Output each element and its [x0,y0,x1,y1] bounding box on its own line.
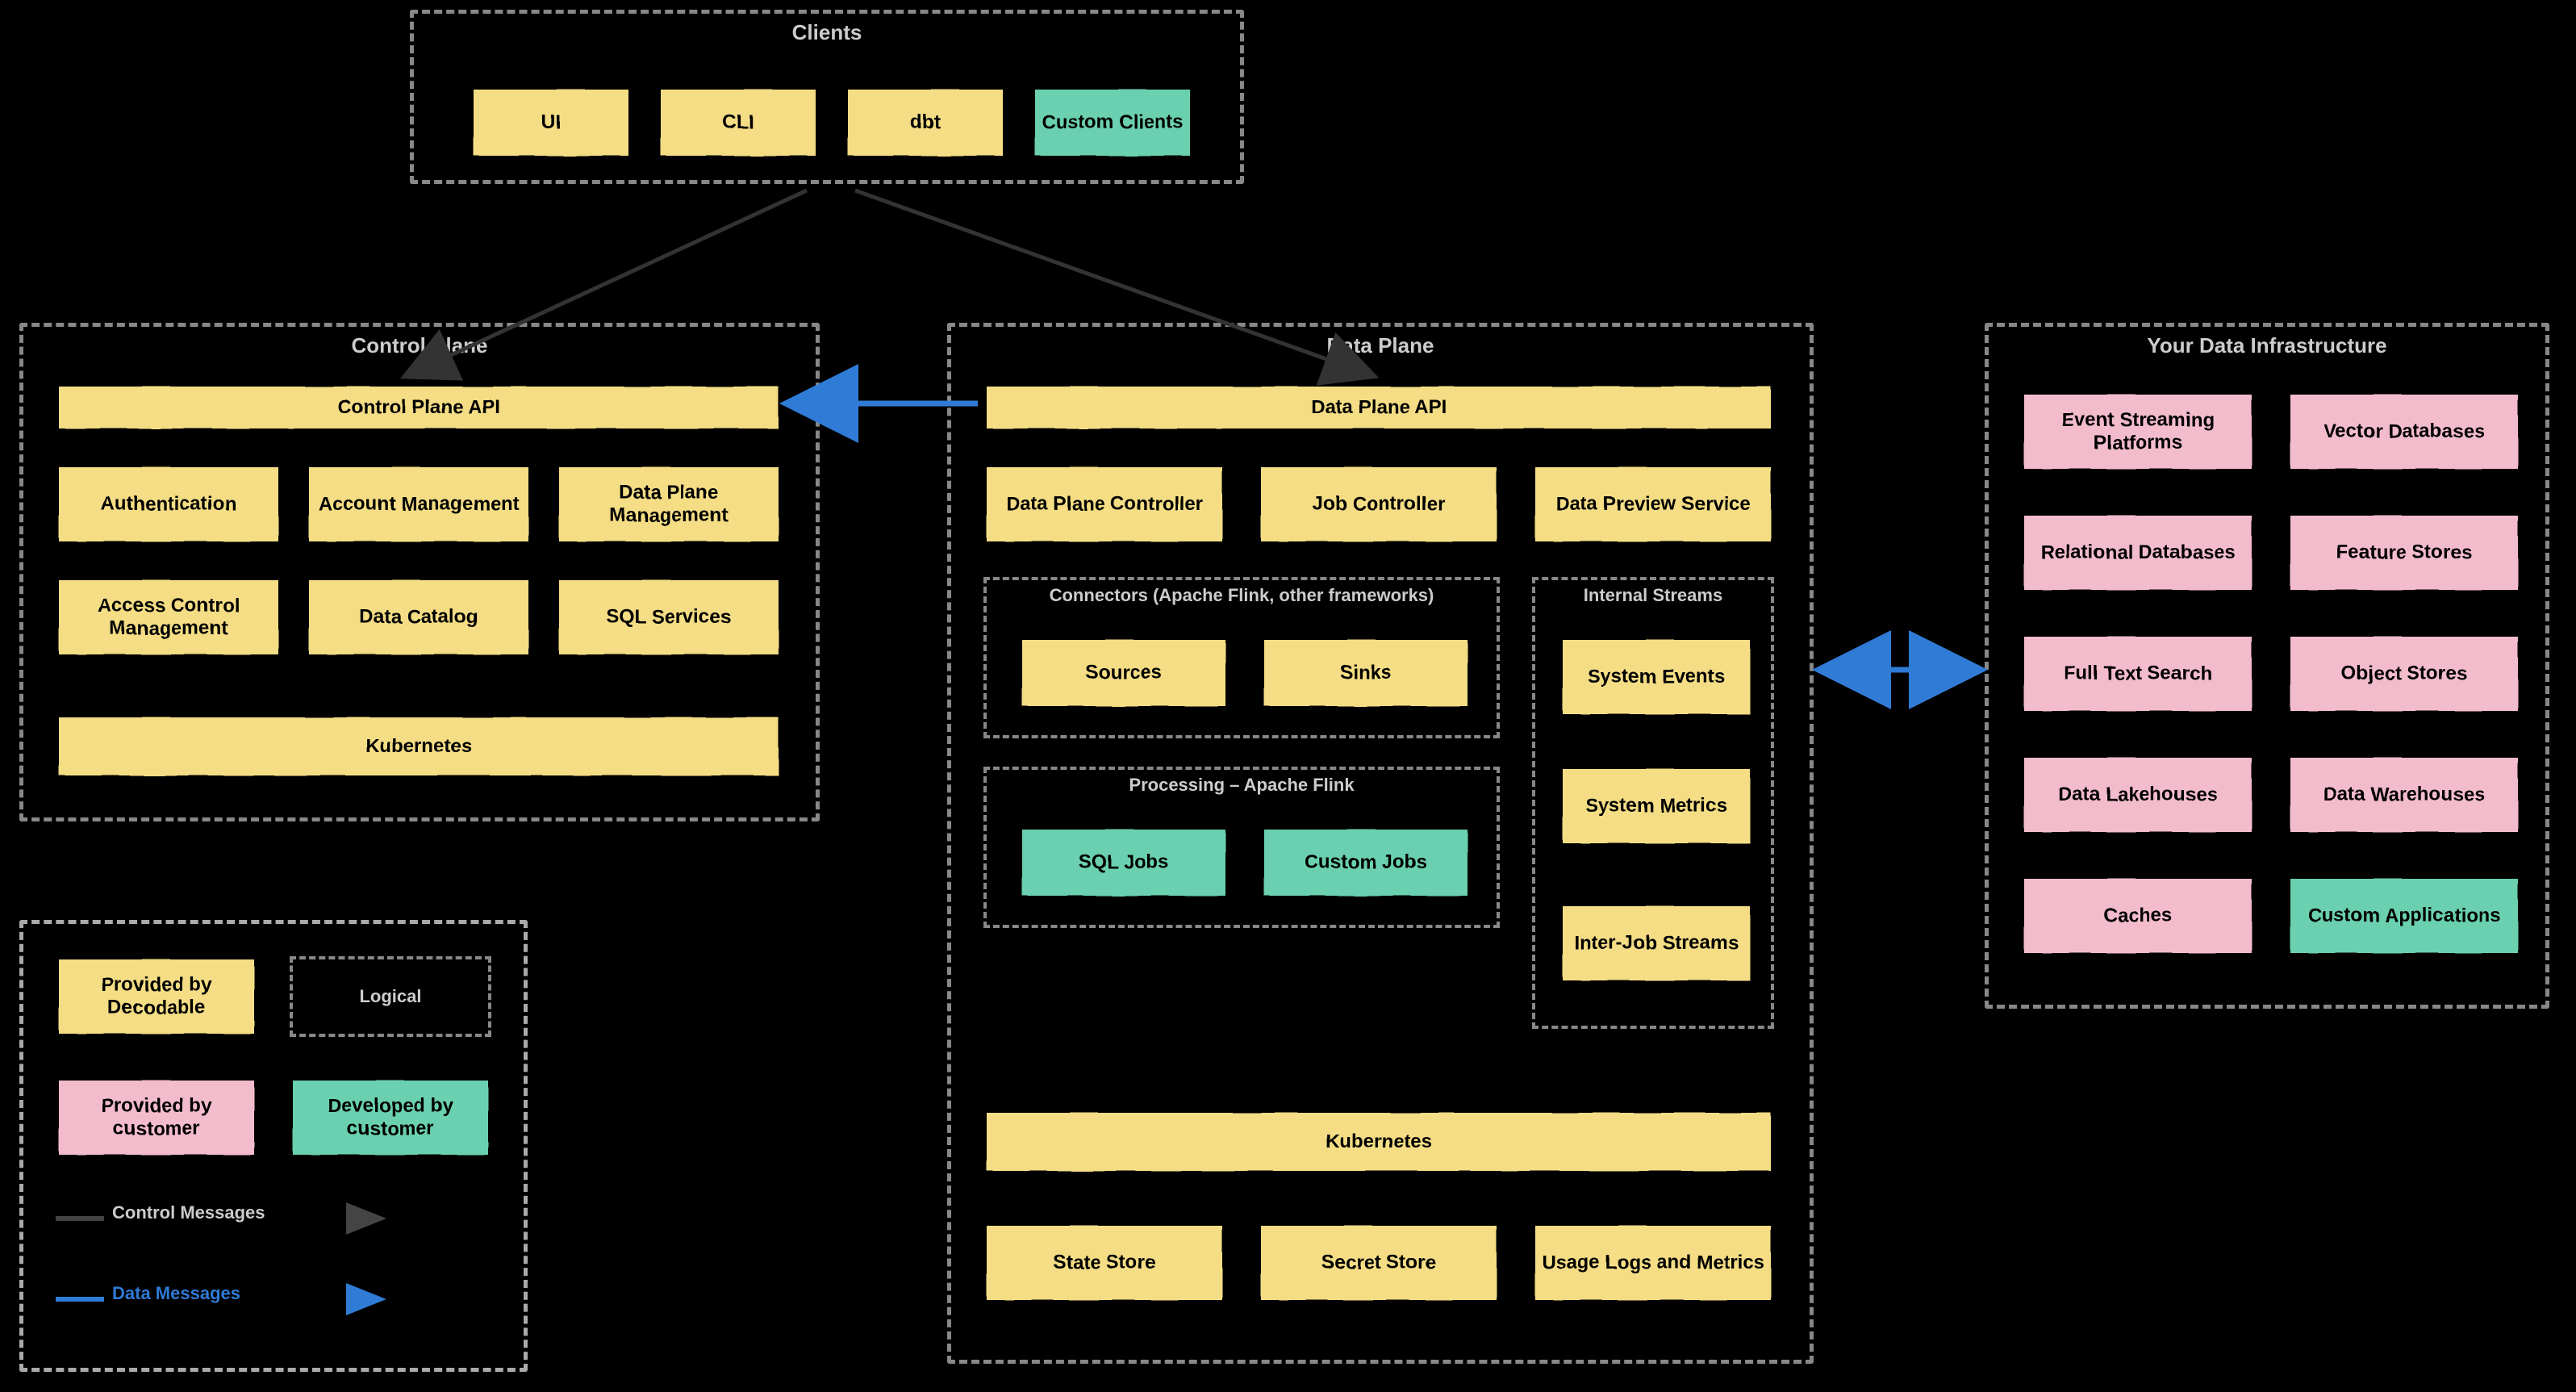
control-plane-title: Control Plane [23,333,816,358]
control-plane-group: Control Plane Control Plane API Authenti… [19,323,820,821]
sql-jobs-box: SQL Jobs [1019,826,1229,899]
usage-logs: Usage Logs and Metrics [1532,1223,1774,1303]
control-plane-api: Control Plane API [56,383,782,432]
infra-group: Your Data Infrastructure Event Streaming… [1985,323,2549,1009]
dp-jobctrl: Job Controller [1258,464,1500,545]
legend-data-label: Data Messages [112,1283,240,1304]
legend-green: Developed by customer [290,1077,491,1158]
dp-controller: Data Plane Controller [983,464,1225,545]
infra-feature: Feature Stores [2287,512,2521,593]
connectors-title: Connectors (Apache Flink, other framewor… [987,585,1497,606]
processing-title: Processing – Apache Flink [987,775,1497,796]
legend-control-arrow-icon [56,1206,104,1231]
legend-data-arrow-icon [56,1287,104,1311]
infra-object: Object Stores [2287,633,2521,714]
state-store: State Store [983,1223,1225,1303]
infra-warehouses: Data Warehouses [2287,755,2521,835]
dp-preview: Data Preview Service [1532,464,1774,545]
secret-store: Secret Store [1258,1223,1500,1303]
interjob: Inter-Job Streams [1559,903,1753,984]
cp-catalog: Data Catalog [306,577,532,658]
cp-account: Account Management [306,464,532,545]
legend-group: Provided by Decodable Logical Provided b… [19,920,528,1372]
legend-data-arrowhead-icon [346,1279,386,1319]
sinks-box: Sinks [1261,637,1471,709]
internal-streams-title: Internal Streams [1535,585,1771,606]
infra-fulltext: Full Text Search [2021,633,2255,714]
cp-sql: SQL Services [556,577,782,658]
clients-group: Clients UI CLI dbt Custom Clients [410,10,1244,184]
data-plane-group: Data Plane Data Plane API Data Plane Con… [947,323,1814,1364]
infra-lakehouses: Data Lakehouses [2021,755,2255,835]
cp-auth: Authentication [56,464,282,545]
data-plane-title: Data Plane [951,333,1810,358]
client-custom: Custom Clients [1032,86,1193,159]
dp-k8s: Kubernetes [983,1110,1774,1174]
infra-title: Your Data Infrastructure [1989,333,2545,358]
infra-vectordb: Vector Databases [2287,391,2521,472]
legend-logical: Logical [290,956,491,1037]
infra-custom-apps: Custom Applications [2287,876,2521,956]
processing-subgroup: Processing – Apache Flink SQL Jobs Custo… [983,767,1500,928]
client-ui: UI [470,86,632,159]
internal-streams-subgroup: Internal Streams System Events System Me… [1532,577,1774,1029]
legend-yellow: Provided by Decodable [56,956,257,1037]
clients-title: Clients [414,20,1240,45]
connectors-subgroup: Connectors (Apache Flink, other framewor… [983,577,1500,738]
sources-box: Sources [1019,637,1229,709]
data-plane-api: Data Plane API [983,383,1774,432]
system-metrics: System Metrics [1559,766,1753,846]
cp-access: Access Control Management [56,577,282,658]
infra-caches: Caches [2021,876,2255,956]
client-dbt: dbt [845,86,1006,159]
legend-control-label: Control Messages [112,1202,265,1223]
system-events: System Events [1559,637,1753,717]
cp-dpmgmt: Data Plane Management [556,464,782,545]
custom-jobs-box: Custom Jobs [1261,826,1471,899]
legend-control-arrowhead-icon [346,1198,386,1239]
client-cli: CLI [658,86,819,159]
infra-event-streaming: Event Streaming Platforms [2021,391,2255,472]
legend-logical-label: Logical [359,986,421,1007]
infra-relational: Relational Databases [2021,512,2255,593]
legend-pink: Provided by customer [56,1077,257,1158]
cp-k8s: Kubernetes [56,714,782,779]
